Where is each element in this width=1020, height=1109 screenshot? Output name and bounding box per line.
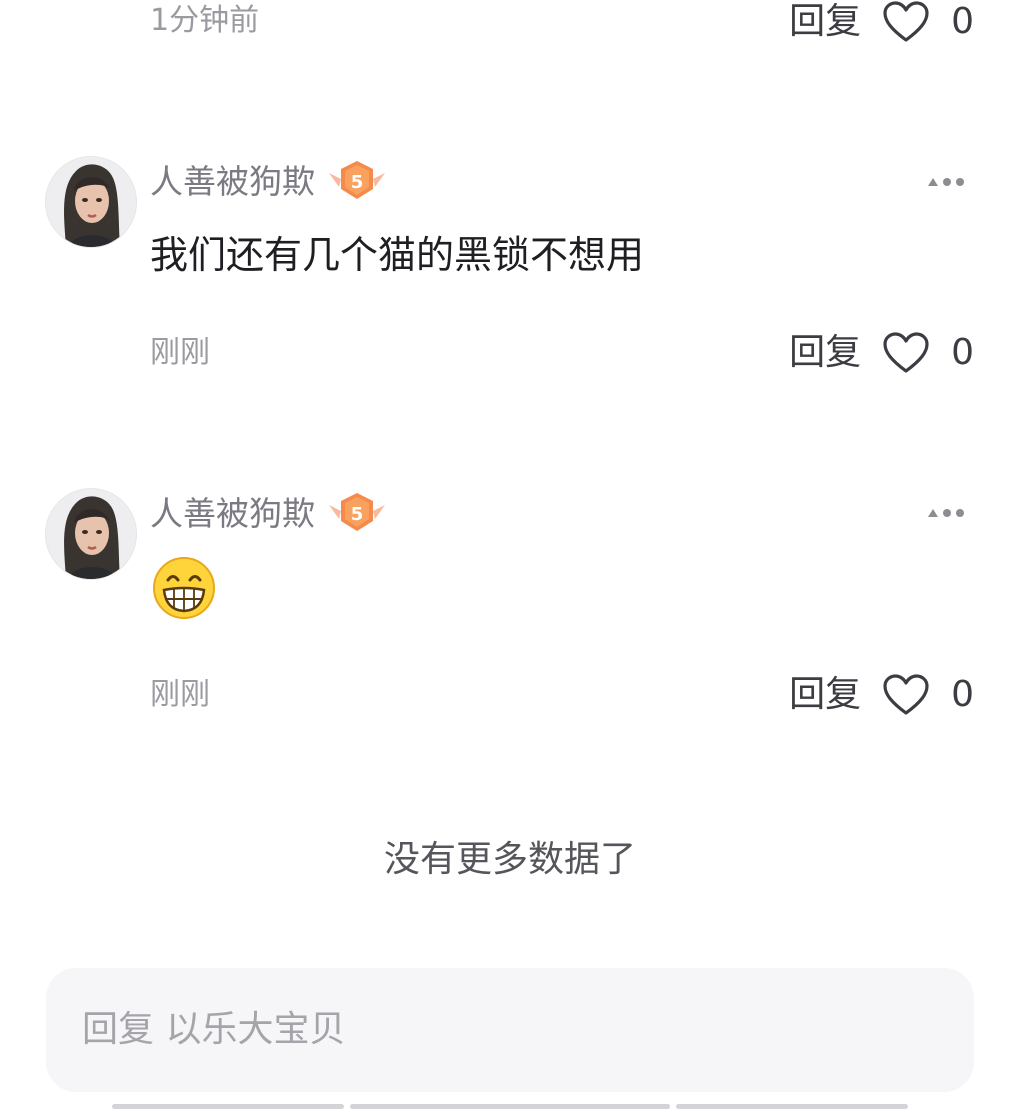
- comment-time: 刚刚: [150, 335, 210, 370]
- username[interactable]: 人善被狗欺 5: [150, 491, 387, 535]
- like-button[interactable]: 0: [883, 332, 974, 374]
- grinning-emoji-icon: [153, 557, 215, 619]
- comment-time: 刚刚: [150, 677, 210, 712]
- like-count: 0: [951, 674, 974, 715]
- bottom-bar-segment: [676, 1104, 908, 1109]
- bottom-bar-segment: [350, 1104, 670, 1109]
- level-badge-icon: 5: [329, 161, 385, 199]
- like-button[interactable]: 0: [883, 1, 974, 43]
- reply-input[interactable]: 回复 以乐大宝贝: [46, 968, 974, 1092]
- level-badge-icon: 5: [329, 493, 385, 531]
- comment-actions: 回复 0: [789, 0, 974, 47]
- username[interactable]: 人善被狗欺 5: [150, 159, 387, 203]
- comment-time: 1分钟前: [150, 3, 260, 38]
- heart-icon: [883, 674, 929, 715]
- heart-icon: [883, 332, 929, 373]
- like-count: 0: [951, 332, 974, 373]
- heart-icon: [883, 1, 929, 42]
- more-icon: [928, 509, 938, 517]
- reply-button[interactable]: 回复: [789, 335, 861, 371]
- comment-content: 我们还有几个猫的黑锁不想用: [150, 233, 645, 277]
- username-text: 人善被狗欺: [150, 493, 315, 533]
- reply-button[interactable]: 回复: [789, 677, 861, 713]
- more-options-button[interactable]: [928, 174, 964, 190]
- username-text: 人善被狗欺: [150, 161, 315, 201]
- more-icon: [928, 178, 938, 186]
- bottom-bar-segment: [112, 1104, 344, 1109]
- like-count: 0: [951, 1, 974, 42]
- reply-button[interactable]: 回复: [789, 4, 861, 40]
- avatar[interactable]: [46, 157, 136, 247]
- comment-actions: 回复 0: [789, 670, 974, 720]
- more-options-button[interactable]: [928, 505, 964, 521]
- comment-actions: 回复 0: [789, 328, 974, 378]
- avatar[interactable]: [46, 489, 136, 579]
- reply-input-placeholder: 回复 以乐大宝贝: [82, 1009, 346, 1050]
- list-end-notice: 没有更多数据了: [383, 839, 636, 880]
- like-button[interactable]: 0: [883, 674, 974, 716]
- level-number: 5: [351, 504, 364, 525]
- level-number: 5: [351, 172, 364, 193]
